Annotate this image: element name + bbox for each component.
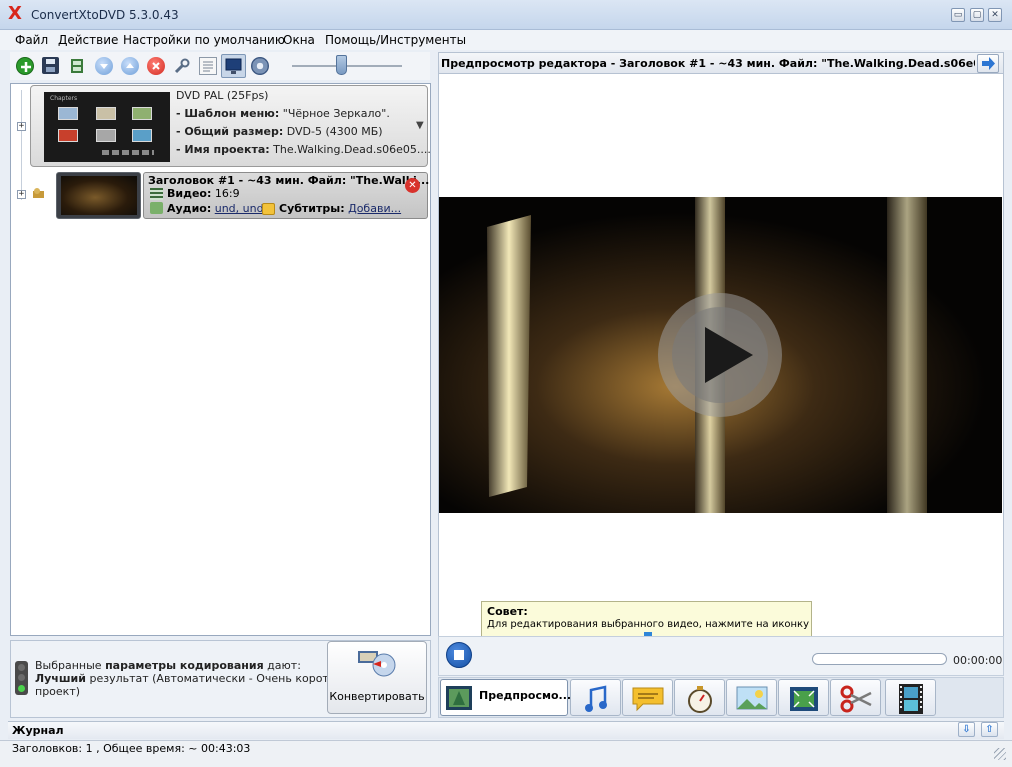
tab-crop[interactable] xyxy=(778,679,829,716)
title-video: Видео: 16:9 xyxy=(167,187,240,200)
title-audio: Аудио: und, und xyxy=(167,202,264,215)
tab-film[interactable] xyxy=(885,679,936,716)
stop-button[interactable] xyxy=(446,642,472,668)
log-down-arrow-icon[interactable]: ⇩ xyxy=(958,722,975,737)
convert-disc-icon xyxy=(356,646,398,678)
menu-action[interactable]: Действие xyxy=(58,33,118,47)
log-up-arrow-icon[interactable]: ⇧ xyxy=(981,722,998,737)
title-thumbnail[interactable] xyxy=(61,176,137,215)
tab-chapters[interactable] xyxy=(674,679,725,716)
title-expander[interactable]: + xyxy=(17,190,26,199)
close-button[interactable]: ✕ xyxy=(988,8,1002,22)
monitor-icon[interactable] xyxy=(221,54,246,78)
zoom-slider-thumb[interactable] xyxy=(336,55,347,75)
scissors-icon xyxy=(840,685,872,713)
menu-help[interactable]: Помощь/Инструменты xyxy=(325,33,466,47)
wrench-icon[interactable] xyxy=(173,57,191,75)
playback-progress[interactable] xyxy=(812,653,947,665)
dvd-project-name: - Имя проекта: The.Walking.Dead.s06e05..… xyxy=(176,143,431,156)
add-icon[interactable] xyxy=(16,57,34,75)
dvd-format: DVD PAL (25Fps) xyxy=(176,89,269,102)
text-view-icon[interactable] xyxy=(199,57,217,75)
remove-title-icon[interactable]: ✕ xyxy=(405,178,420,193)
tab-audio[interactable] xyxy=(570,679,621,716)
title-node-icon xyxy=(31,186,46,201)
tip-title: Совет: xyxy=(487,605,528,618)
delete-icon[interactable] xyxy=(147,57,165,75)
dvd-menu-thumbnail[interactable]: Chapters xyxy=(44,92,170,162)
tree-line xyxy=(21,90,22,200)
music-icon xyxy=(585,685,607,712)
film-split-icon[interactable] xyxy=(68,57,86,75)
preview-title: Предпросмотр редактора - Заголовок #1 - … xyxy=(441,57,975,70)
menu-file[interactable]: Файл xyxy=(15,33,48,47)
menu-thumb-title: Chapters xyxy=(50,95,78,102)
encoding-line-1: Выбранные параметры кодирования дают: xyxy=(35,659,301,672)
picture-icon xyxy=(736,686,768,710)
encoding-line-2: Лучший результат (Автоматически - Очень … xyxy=(35,672,350,685)
window-title: ConvertXtoDVD 5.3.0.43 xyxy=(31,8,179,22)
maximize-button[interactable]: ▢ xyxy=(970,8,984,22)
preview-next-arrow-icon[interactable] xyxy=(977,54,999,73)
film-icon xyxy=(899,684,923,714)
log-bar xyxy=(8,721,1004,739)
disc-eye-icon[interactable] xyxy=(251,57,269,75)
convert-button-label: Конвертировать xyxy=(329,690,425,703)
tab-subtitles[interactable] xyxy=(622,679,673,716)
status-text: Заголовков: 1 , Общее время: ~ 00:43:03 xyxy=(12,742,251,755)
resize-grip-icon[interactable] xyxy=(994,748,1006,760)
encoding-line-3: проект) xyxy=(35,685,81,698)
tab-picture[interactable] xyxy=(726,679,777,716)
video-preview-frame[interactable] xyxy=(439,197,1002,513)
tip-text: Для редактирования выбранного видео, наж… xyxy=(487,619,810,630)
tab-preview-label: Предпросмо... xyxy=(479,689,572,702)
audio-note-icon xyxy=(150,202,163,214)
minimize-button[interactable]: ▭ xyxy=(951,8,965,22)
traffic-light-icon xyxy=(15,661,28,695)
log-label: Журнал xyxy=(12,724,64,737)
tab-cut[interactable] xyxy=(830,679,881,716)
zoom-slider-track[interactable] xyxy=(292,65,402,67)
crop-icon xyxy=(790,687,818,711)
audio-link[interactable]: und, und xyxy=(215,202,264,215)
dvd-menu-template: - Шаблон меню: "Чёрное Зеркало". xyxy=(176,107,390,120)
menu-defaults[interactable]: Настройки по умолчанию xyxy=(123,33,285,47)
video-film-icon xyxy=(150,188,163,200)
move-up-icon[interactable] xyxy=(121,57,139,75)
stopwatch-icon xyxy=(688,686,712,713)
app-logo-icon: X xyxy=(8,3,22,24)
time-display: 00:00:00 xyxy=(953,654,1003,667)
title-subtitles: Субтитры: Добави... xyxy=(279,202,402,215)
dvd-dropdown-chevron-icon[interactable]: ▼ xyxy=(416,120,424,131)
subtitles-link[interactable]: Добави... xyxy=(348,202,401,215)
title-heading: Заголовок #1 - ~43 мин. Файл: "The.Walki… xyxy=(148,174,430,187)
move-down-icon[interactable] xyxy=(95,57,113,75)
menu-windows[interactable]: Окна xyxy=(283,33,315,47)
subtitles-bubble-icon xyxy=(262,203,275,215)
subtitles-icon xyxy=(632,687,664,712)
dvd-total-size: - Общий размер: DVD-5 (4300 МБ) xyxy=(176,125,383,138)
dvd-expander[interactable]: + xyxy=(17,122,26,131)
save-icon[interactable] xyxy=(42,57,59,74)
